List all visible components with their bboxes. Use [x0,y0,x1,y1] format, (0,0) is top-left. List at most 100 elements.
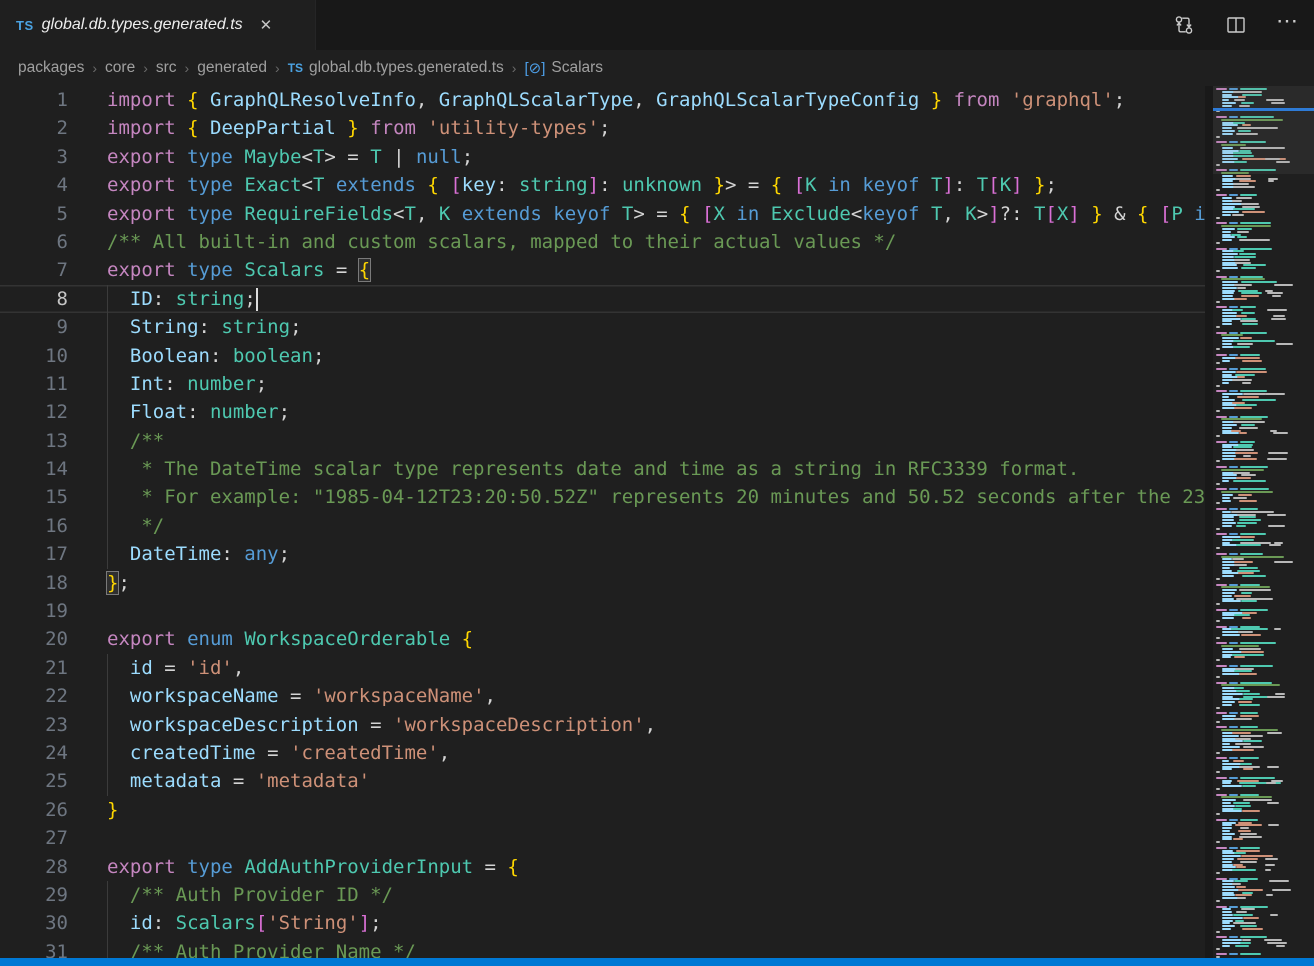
code-line-6[interactable]: 6/** All built-in and custom scalars, ma… [0,228,1205,256]
code-line-12[interactable]: 12 Float: number; [0,398,1205,426]
minimap-line [1233,340,1275,342]
line-number: 14 [0,455,68,483]
minimap-line [1222,612,1243,614]
code-line-9[interactable]: 9 String: string; [0,313,1205,341]
minimap-line [1270,914,1278,916]
minimap[interactable] [1213,86,1314,958]
code-line-10[interactable]: 10 Boolean: boolean; [0,342,1205,370]
minimap-line [1222,312,1237,314]
code-line-14[interactable]: 14 * The DateTime scalar type represents… [0,455,1205,483]
code-line-3[interactable]: 3export type Maybe<T> = T | null; [0,143,1205,171]
minimap-line [1216,416,1227,418]
code-line-23[interactable]: 23 workspaceDescription = 'workspaceDesc… [0,711,1205,739]
code-line-15[interactable]: 15 * For example: "1985-04-12T23:20:50.5… [0,483,1205,511]
minimap-line [1274,628,1281,630]
breadcrumb-item-core[interactable]: core [105,59,135,77]
minimap-line [1232,214,1245,216]
code-line-17[interactable]: 17 DateTime: any; [0,540,1205,568]
breadcrumb-item-scalars[interactable]: [⊘]Scalars [524,59,603,77]
code-line-16[interactable]: 16 */ [0,512,1205,540]
minimap-line [1216,603,1220,605]
minimap-line [1240,925,1257,927]
more-actions-icon[interactable]: ⋯ [1276,13,1300,37]
minimap-line [1273,432,1288,434]
minimap-line [1238,290,1257,292]
scrollbar-track[interactable] [1205,86,1213,958]
code-line-31[interactable]: 31 /** Auth Provider Name */ [0,938,1205,958]
minimap-line [1216,665,1227,667]
line-content: * For example: "1985-04-12T23:20:50.52Z"… [107,483,1205,511]
code-line-19[interactable]: 19 [0,597,1205,625]
breadcrumb-label: core [105,59,135,77]
status-bar[interactable] [0,958,1314,966]
code-area[interactable]: 1import { GraphQLResolveInfo, GraphQLSca… [0,86,1205,958]
minimap-line [1216,435,1220,437]
breadcrumb-item-packages[interactable]: packages [18,59,84,77]
minimap-line [1239,704,1260,706]
tab-global-db-types[interactable]: TS global.db.types.generated.ts ✕ [0,0,316,50]
line-content: createdTime = 'createdTime', [107,739,450,767]
minimap-line [1222,570,1232,572]
minimap-line [1222,654,1233,656]
code-line-18[interactable]: 18}; [0,569,1205,597]
code-line-20[interactable]: 20export enum WorkspaceOrderable { [0,625,1205,653]
minimap-line [1222,197,1232,199]
minimap-line [1239,519,1261,521]
minimap-line [1229,953,1238,955]
code-line-4[interactable]: 4export type Exact<T extends { [key: str… [0,171,1205,199]
minimap-line [1272,295,1281,297]
minimap-line [1221,645,1259,647]
minimap-slider[interactable] [1213,86,1314,174]
minimap-line [1267,309,1287,311]
minimap-line [1221,729,1278,731]
breadcrumb-item-src[interactable]: src [156,59,177,77]
code-line-25[interactable]: 25 metadata = 'metadata' [0,767,1205,795]
compare-changes-icon[interactable] [1172,13,1196,37]
code-line-13[interactable]: 13 /** [0,427,1205,455]
minimap-line [1240,626,1260,628]
code-line-5[interactable]: 5export type RequireFields<T, K extends … [0,200,1205,228]
code-line-7[interactable]: 7export type Scalars = { [0,256,1205,284]
minimap-line [1268,178,1278,180]
minimap-line [1222,656,1231,658]
code-line-8[interactable]: 8 ID: string; [0,285,1205,313]
close-tab-icon[interactable]: ✕ [257,16,276,35]
split-editor-icon[interactable] [1224,13,1248,37]
minimap-line [1240,584,1260,586]
minimap-line [1234,564,1247,566]
minimap-line [1241,592,1253,594]
minimap-line [1236,690,1250,692]
code-line-30[interactable]: 30 id: Scalars['String']; [0,909,1205,937]
line-content: * The DateTime scalar type represents da… [107,455,1079,483]
minimap-line [1269,880,1288,882]
minimap-line [1222,539,1233,541]
breadcrumb-item-global-db-types-generated-ts[interactable]: TSglobal.db.types.generated.ts [288,59,504,77]
code-line-21[interactable]: 21 id = 'id', [0,654,1205,682]
code-line-24[interactable]: 24 createdTime = 'createdTime', [0,739,1205,767]
code-line-11[interactable]: 11 Int: number; [0,370,1205,398]
minimap-line [1222,785,1242,787]
minimap-line [1240,906,1268,908]
minimap-line [1216,682,1227,684]
line-number: 12 [0,398,68,426]
code-line-28[interactable]: 28export type AddAuthProviderInput = { [0,853,1205,881]
minimap-line [1216,609,1227,611]
minimap-line [1233,480,1267,482]
minimap-line [1222,214,1231,216]
minimap-line [1267,732,1282,734]
code-line-27[interactable]: 27 [0,824,1205,852]
minimap-line [1240,508,1258,510]
line-content: /** All built-in and custom scalars, map… [107,228,896,256]
minimap-line [1237,236,1247,238]
code-line-29[interactable]: 29 /** Auth Provider ID */ [0,881,1205,909]
code-line-26[interactable]: 26} [0,796,1205,824]
minimap-line [1222,920,1233,922]
breadcrumb-separator-icon: › [504,60,525,76]
code-line-22[interactable]: 22 workspaceName = 'workspaceName', [0,682,1205,710]
code-line-1[interactable]: 1import { GraphQLResolveInfo, GraphQLSca… [0,86,1205,114]
code-line-2[interactable]: 2import { DeepPartial } from 'utility-ty… [0,114,1205,142]
minimap-line [1222,780,1232,782]
minimap-line [1216,953,1227,955]
breadcrumb-item-generated[interactable]: generated [197,59,267,77]
breadcrumb-separator-icon: › [84,60,105,76]
